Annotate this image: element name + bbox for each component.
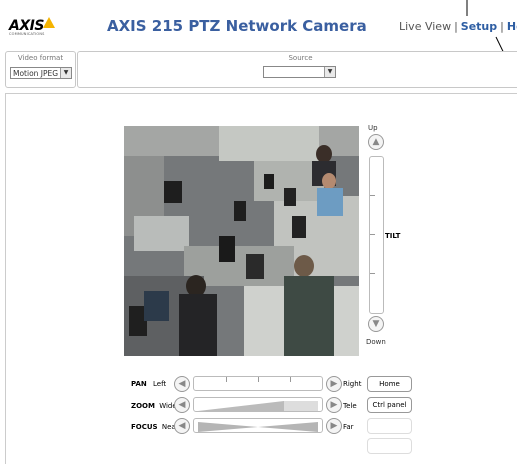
focus-row-label: FOCUS Near [131, 423, 179, 431]
video-format-select[interactable]: Motion JPEG ▼ [10, 67, 72, 79]
arrow-down-icon: ▼ [372, 319, 380, 329]
video-format-value: Motion JPEG [13, 69, 59, 78]
pan-label: PAN [131, 380, 147, 388]
pan-tick [258, 377, 259, 382]
focus-label: FOCUS [131, 423, 158, 431]
pan-slider-track[interactable] [193, 376, 323, 391]
arrow-right-icon: ▶ [330, 421, 338, 431]
pan-left-button[interactable]: ◀ [174, 376, 190, 392]
chevron-down-icon: ▼ [324, 67, 335, 77]
focus-far-label: Far [343, 423, 354, 431]
zoom-tele-button[interactable]: ▶ [326, 397, 342, 413]
video-format-label: Video format [17, 54, 64, 62]
source-select[interactable]: ▼ [263, 66, 336, 78]
focus-far-button[interactable]: ▶ [326, 418, 342, 434]
tilt-down-button[interactable]: ▼ [368, 316, 384, 332]
tilt-down-label: Down [366, 338, 386, 346]
tilt-tick [370, 234, 375, 235]
tilt-slider-track[interactable] [369, 156, 384, 314]
tilt-label: TILT [385, 232, 401, 240]
camera-video-stream[interactable] [124, 126, 359, 356]
video-format-panel: Video format Motion JPEG ▼ [5, 51, 76, 88]
arrow-left-icon: ◀ [178, 400, 186, 410]
pan-row-label: PAN Left [131, 380, 166, 388]
arrow-right-icon: ▶ [330, 400, 338, 410]
pan-tick [226, 377, 227, 382]
zoom-wedge [198, 401, 318, 411]
zoom-label: ZOOM [131, 402, 155, 410]
pan-right-label: Right [343, 380, 362, 388]
zoom-wide-button[interactable]: ◀ [174, 397, 190, 413]
focus-wedge [198, 422, 318, 432]
zoom-row-label: ZOOM Wide [131, 402, 177, 410]
chevron-down-icon: ▼ [60, 68, 71, 78]
pan-left-label: Left [153, 380, 167, 388]
focus-slider-track[interactable] [193, 418, 323, 433]
tilt-tick [370, 273, 375, 274]
ctrl-panel-button[interactable]: Ctrl panel [367, 397, 412, 413]
source-panel: Source ▼ [77, 51, 517, 88]
pan-tick [290, 377, 291, 382]
zoom-tele-label: Tele [343, 402, 357, 410]
tilt-tick [370, 195, 375, 196]
tilt-up-label: Up [368, 124, 378, 132]
tilt-up-button[interactable]: ▲ [368, 134, 384, 150]
home-button[interactable]: Home [367, 376, 412, 392]
arrow-right-icon: ▶ [330, 379, 338, 389]
arrow-left-icon: ◀ [178, 379, 186, 389]
source-label: Source [288, 54, 313, 62]
pan-right-button[interactable]: ▶ [326, 376, 342, 392]
arrow-up-icon: ▲ [372, 137, 380, 147]
empty-button[interactable] [367, 418, 412, 434]
video-frame-image [124, 126, 359, 356]
focus-near-button[interactable]: ◀ [174, 418, 190, 434]
arrow-left-icon: ◀ [178, 421, 186, 431]
zoom-slider-track[interactable] [193, 397, 323, 412]
empty-button[interactable] [367, 438, 412, 454]
